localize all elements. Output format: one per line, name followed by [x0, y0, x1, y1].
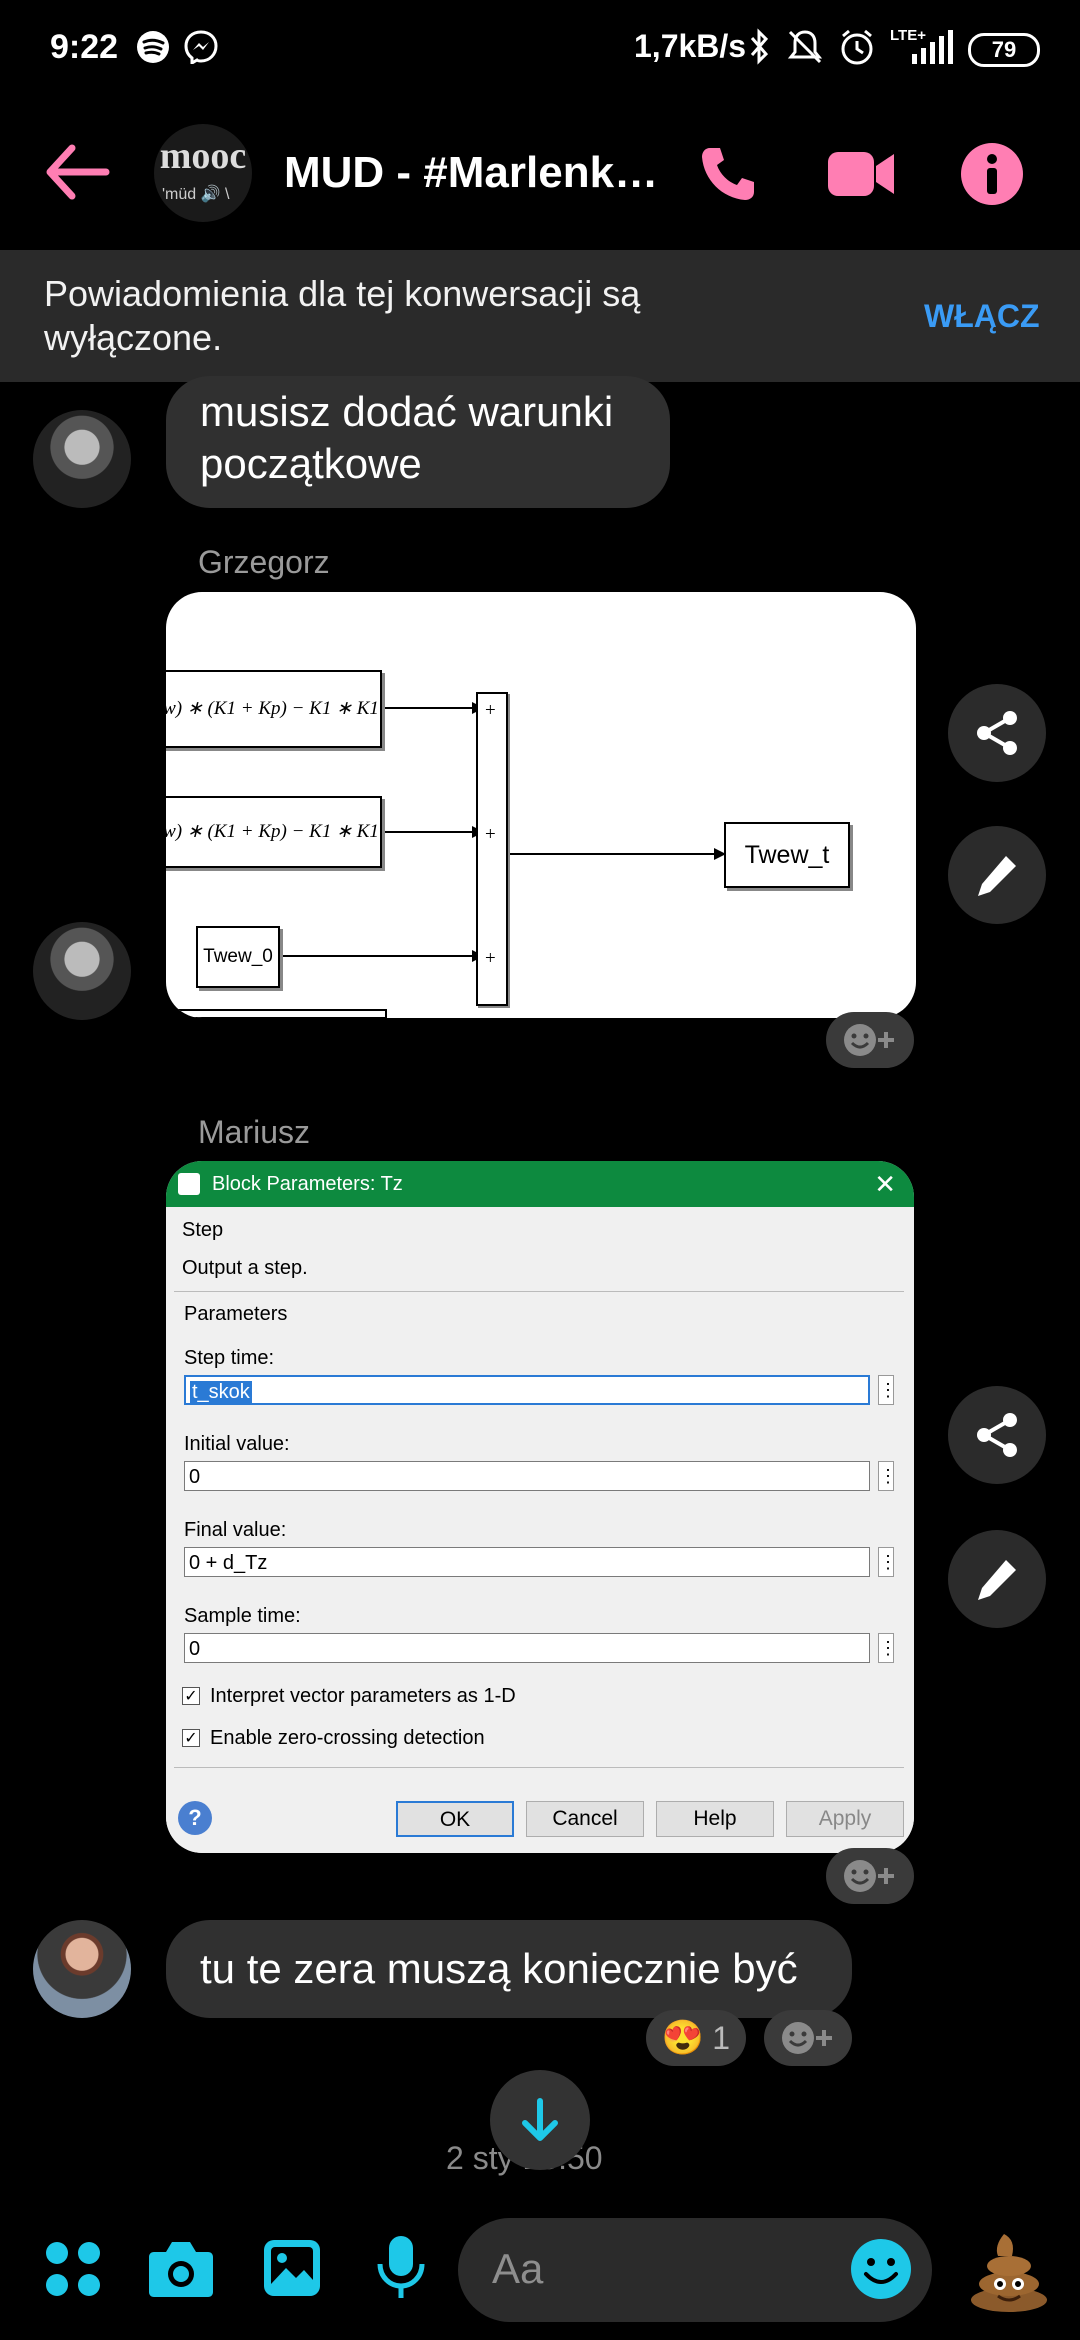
arrow-down-icon — [522, 2098, 558, 2141]
diagram-image[interactable]: w) ∗ (K1 + Kp) − K1 ∗ K1 w) ∗ (K1 + Kp) … — [166, 592, 916, 1018]
message-input-placeholder: Aa — [492, 2245, 544, 2292]
dialog-titlebar: Block Parameters: Tz ✕ — [166, 1161, 914, 1207]
divider — [174, 1767, 904, 1768]
share-button[interactable] — [948, 684, 1046, 782]
divider — [174, 1291, 904, 1292]
spotify-icon — [137, 31, 169, 63]
field-label: Sample time: — [184, 1605, 301, 1627]
microphone-icon[interactable] — [374, 2234, 428, 2302]
add-reaction-icon — [844, 1860, 894, 1892]
initial-value-field[interactable]: 0 — [184, 1461, 870, 1491]
message-bubble[interactable]: tu te zera muszą koniecznie być — [166, 1920, 852, 2018]
field-label: Final value: — [184, 1519, 287, 1541]
sum-block: + + + — [476, 692, 508, 1006]
checkbox-label: Enable zero-crossing detection — [210, 1727, 485, 1749]
sample-time-field[interactable]: 0 — [184, 1633, 870, 1663]
field-label: Step time: — [184, 1347, 275, 1369]
group-avatar[interactable]: mooc 'müd 🔊 \ — [154, 124, 252, 222]
share-icon — [977, 711, 1017, 755]
reaction-badge[interactable]: 😍 1 — [646, 2010, 746, 2066]
avatar[interactable] — [33, 410, 131, 508]
sender-name: Mariusz — [198, 1114, 311, 1150]
messenger-icon — [184, 30, 218, 64]
network-speed: 1,7kB/s — [634, 28, 747, 64]
gallery-icon[interactable] — [262, 2238, 322, 2298]
constant-block: Twew_0 — [196, 926, 280, 988]
checkbox-interpret-vector[interactable]: ✓ — [182, 1687, 200, 1705]
emoji-picker-icon[interactable] — [850, 2238, 912, 2300]
avatar[interactable] — [33, 922, 131, 1020]
bluetooth-icon — [750, 28, 769, 65]
poop-emoji-icon[interactable] — [964, 2224, 1054, 2314]
add-reaction-button[interactable] — [826, 1848, 914, 1904]
conversation-title[interactable]: MUD - #Marlenka... — [284, 148, 674, 198]
phone-call-icon[interactable] — [696, 142, 760, 206]
parameters-section-label: Parameters — [184, 1303, 288, 1325]
enable-notifications-button[interactable]: WŁĄCZ — [924, 298, 1040, 335]
step-time-field[interactable]: t_skok — [184, 1375, 870, 1405]
help-button[interactable]: Help — [656, 1801, 774, 1837]
more-options-button[interactable]: ⋮ — [878, 1375, 897, 1405]
status-time: 9:22 — [50, 28, 119, 66]
info-icon[interactable] — [960, 142, 1024, 206]
more-options-button[interactable]: ⋮ — [878, 1547, 897, 1577]
alarm-icon — [841, 29, 873, 65]
reaction-count: 1 — [712, 2019, 731, 2056]
edit-button[interactable] — [948, 826, 1046, 924]
dialog-app-icon — [178, 1173, 200, 1195]
share-icon — [977, 1413, 1017, 1457]
fcn-block-2: w) ∗ (K1 + Kp) − K1 ∗ K1 — [166, 796, 382, 868]
more-actions-icon[interactable] — [44, 2240, 102, 2298]
block-type-label: Step — [182, 1219, 224, 1241]
more-options-button[interactable]: ⋮ — [878, 1633, 897, 1663]
add-reaction-button[interactable] — [826, 1012, 914, 1068]
camera-icon[interactable] — [148, 2238, 214, 2298]
avatar[interactable] — [33, 1920, 131, 2018]
field-label: Initial value: — [184, 1433, 290, 1455]
dialog-body: Step Output a step. Parameters Step time… — [166, 1207, 914, 1853]
output-block: Twew_t — [724, 822, 850, 888]
back-arrow-icon[interactable] — [44, 144, 110, 200]
block-description: Output a step. — [182, 1257, 308, 1279]
checkbox-label: Interpret vector parameters as 1-D — [210, 1685, 516, 1707]
dialog-image[interactable]: Block Parameters: Tz ✕ Step Output a ste… — [166, 1161, 914, 1853]
add-reaction-button[interactable] — [764, 2010, 852, 2066]
ok-button[interactable]: OK — [396, 1801, 514, 1837]
sender-name: Grzegorz — [198, 544, 330, 580]
share-button[interactable] — [948, 1386, 1046, 1484]
checkbox-zero-crossing[interactable]: ✓ — [182, 1729, 200, 1747]
add-reaction-icon — [844, 1024, 894, 1056]
final-value-field[interactable]: 0 + d_Tz — [184, 1547, 870, 1577]
battery-indicator: 79 — [968, 33, 1040, 67]
fcn-block-1: w) ∗ (K1 + Kp) − K1 ∗ K1 — [166, 670, 382, 748]
cancel-button[interactable]: Cancel — [526, 1801, 644, 1837]
pencil-icon — [978, 856, 1016, 896]
more-options-button[interactable]: ⋮ — [878, 1461, 897, 1491]
heart-eyes-emoji: 😍 — [661, 2019, 705, 2057]
edit-button[interactable] — [948, 1530, 1046, 1628]
add-reaction-icon — [782, 2022, 832, 2054]
pencil-icon — [978, 1560, 1016, 1600]
help-icon[interactable]: ? — [178, 1801, 212, 1835]
status-bar: 9:22 1,7kB/s LTE+ 79 — [0, 0, 1080, 96]
banner-text: Powiadomienia dla tej konwersacji są wył… — [44, 273, 641, 358]
signal-icon — [912, 30, 953, 64]
video-call-icon[interactable] — [826, 146, 896, 202]
message-bubble[interactable]: musisz dodać warunki początkowe — [166, 376, 670, 508]
close-icon: ✕ — [874, 1169, 896, 1199]
scroll-to-bottom-button[interactable] — [490, 2070, 590, 2170]
apply-button[interactable]: Apply — [786, 1801, 904, 1837]
mute-icon — [787, 30, 823, 64]
